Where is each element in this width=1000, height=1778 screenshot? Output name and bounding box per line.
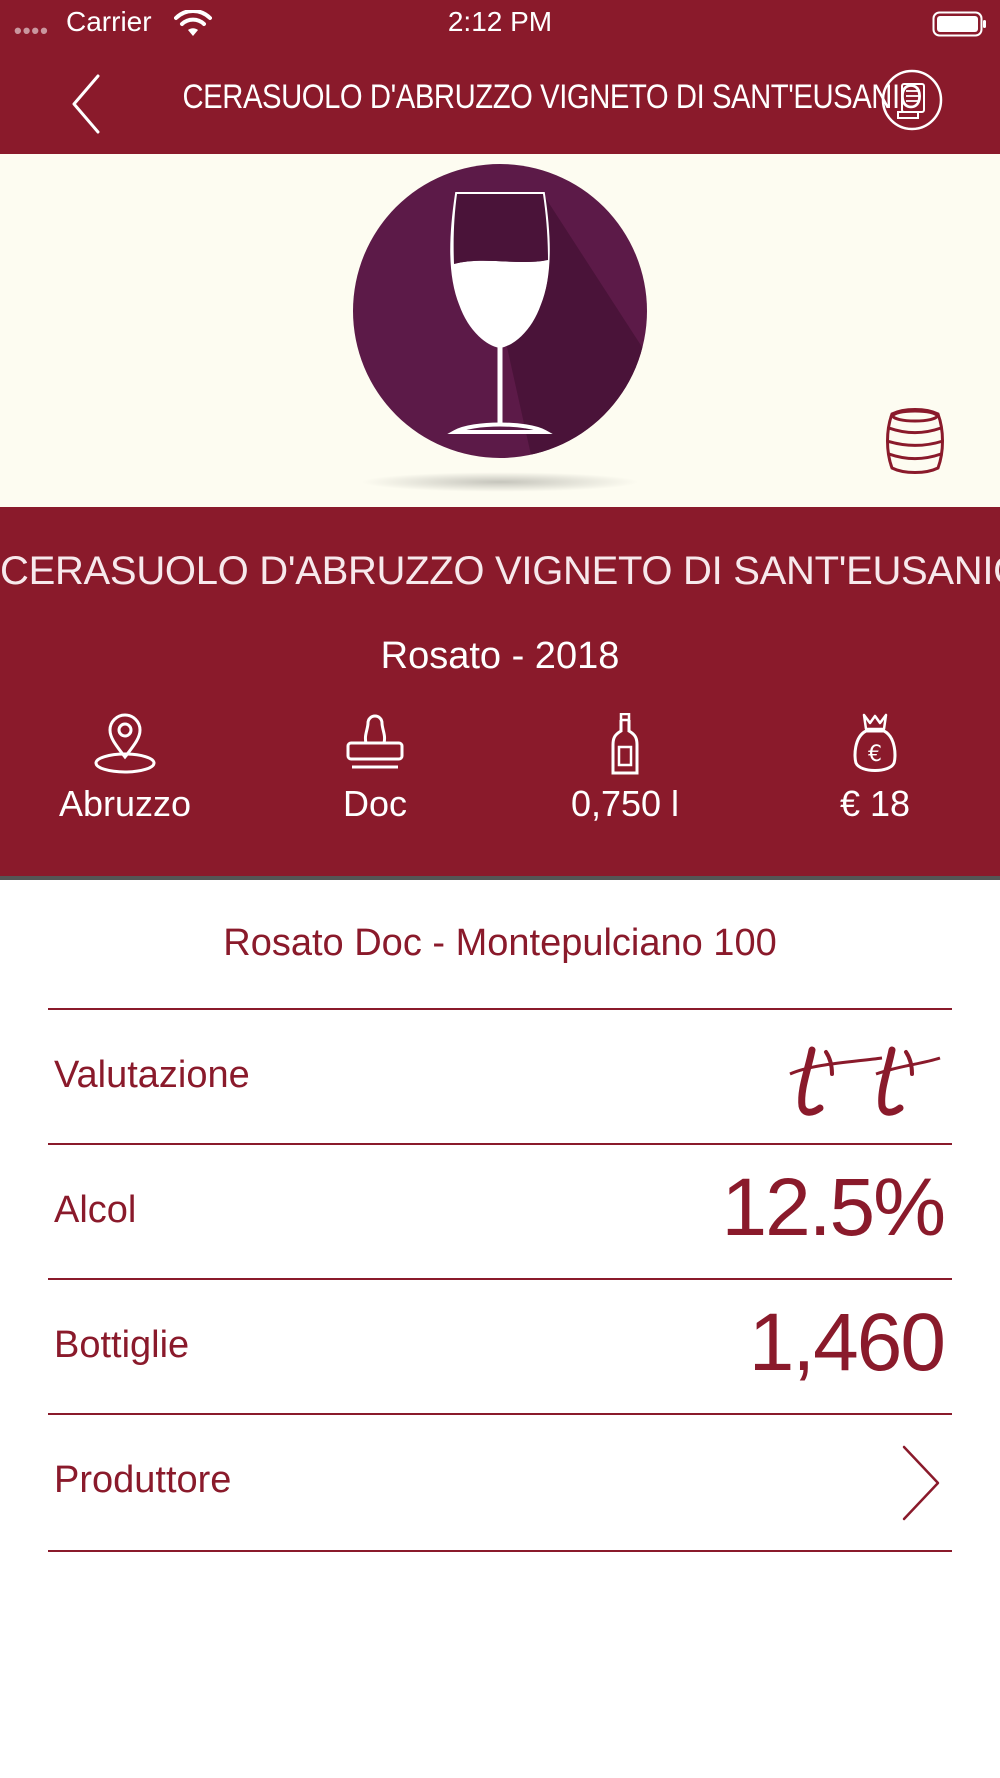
stat-price: € € 18 (750, 713, 1000, 843)
wine-info-panel: CERASUOLO D'ABRUZZO VIGNETO DI SANT'EUSA… (0, 507, 1000, 880)
battery-icon (932, 11, 986, 37)
wine-details: Rosato Doc - Montepulciano 100 Valutazio… (0, 880, 1000, 1778)
glass-shadow (360, 472, 640, 492)
barrel-icon[interactable] (884, 406, 946, 476)
stat-denomination-label: Doc (342, 783, 408, 824)
money-bag-icon: € (853, 713, 897, 772)
top-bar: •••• Carrier 2:12 PM CERASUOLO D'ABRUZZO… (0, 0, 1000, 154)
alcol-label: Alcol (54, 1189, 137, 1231)
row-produttore[interactable]: Produttore (48, 1413, 952, 1552)
stat-price-label: € 18 (839, 783, 911, 824)
bottle-icon (611, 713, 639, 775)
row-alcol: Alcol 12.5% (48, 1143, 952, 1280)
wine-list-icon[interactable] (880, 68, 944, 132)
stat-volume: 0,750 l (500, 713, 750, 843)
wine-image-area (0, 154, 1000, 507)
row-bottiglie: Bottiglie 1,460 (48, 1278, 952, 1415)
produttore-label: Produttore (54, 1459, 232, 1501)
wine-type-year: Rosato - 2018 (380, 635, 620, 677)
stat-region: Abruzzo (0, 713, 250, 843)
bottiglie-label: Bottiglie (54, 1324, 190, 1366)
row-valutazione: Valutazione (48, 1008, 952, 1145)
grape-composition: Rosato Doc - Montepulciano 100 (223, 922, 777, 964)
page-title: CERASUOLO D'ABRUZZO VIGNETO DI SANT'EUSA… (182, 78, 923, 116)
wine-name: CERASUOLO D'ABRUZZO VIGNETO DI SANT'EUSA… (0, 549, 1000, 593)
back-chevron-icon[interactable] (62, 72, 112, 136)
location-pin-icon (94, 713, 156, 774)
stat-volume-label: 0,750 l (570, 783, 680, 824)
alcol-value: 12.5% (721, 1162, 946, 1253)
chevron-right-icon (902, 1445, 940, 1521)
navigation-bar: CERASUOLO D'ABRUZZO VIGNETO DI SANT'EUSA… (0, 60, 1000, 140)
stat-denomination: Doc (250, 713, 500, 843)
stat-region-label: Abruzzo (58, 783, 192, 824)
valutazione-label: Valutazione (54, 1054, 250, 1096)
wine-glass-icon (353, 164, 647, 458)
status-bar: •••• Carrier 2:12 PM (0, 0, 1000, 48)
rating-icon (789, 1046, 941, 1116)
stamp-icon (346, 714, 404, 769)
status-time: 2:12 PM (447, 6, 553, 37)
svg-text:€: € (868, 742, 882, 767)
bottiglie-value: 1,460 (748, 1297, 946, 1388)
